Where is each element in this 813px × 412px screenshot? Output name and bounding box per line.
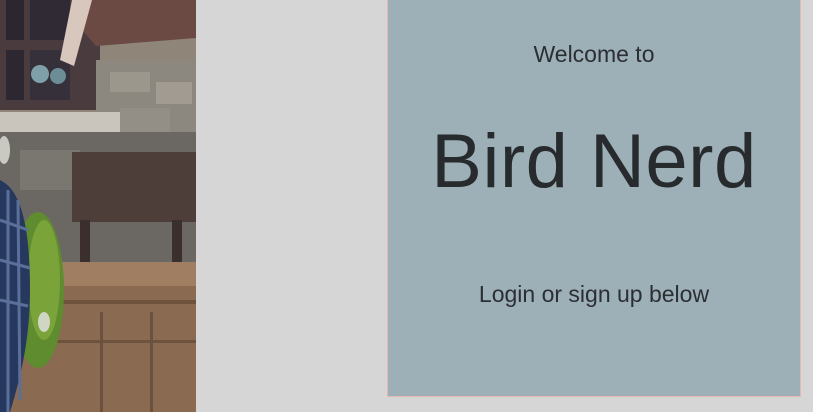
welcome-text: Welcome to (533, 41, 655, 67)
bird-photo-illustration (0, 0, 196, 412)
login-page: Welcome to Bird Nerd Login or sign up be… (0, 0, 813, 412)
app-title: Bird Nerd (431, 119, 757, 204)
welcome-card: Welcome to Bird Nerd Login or sign up be… (387, 0, 801, 397)
bird-photo (0, 0, 196, 412)
login-prompt: Login or sign up below (478, 281, 710, 307)
